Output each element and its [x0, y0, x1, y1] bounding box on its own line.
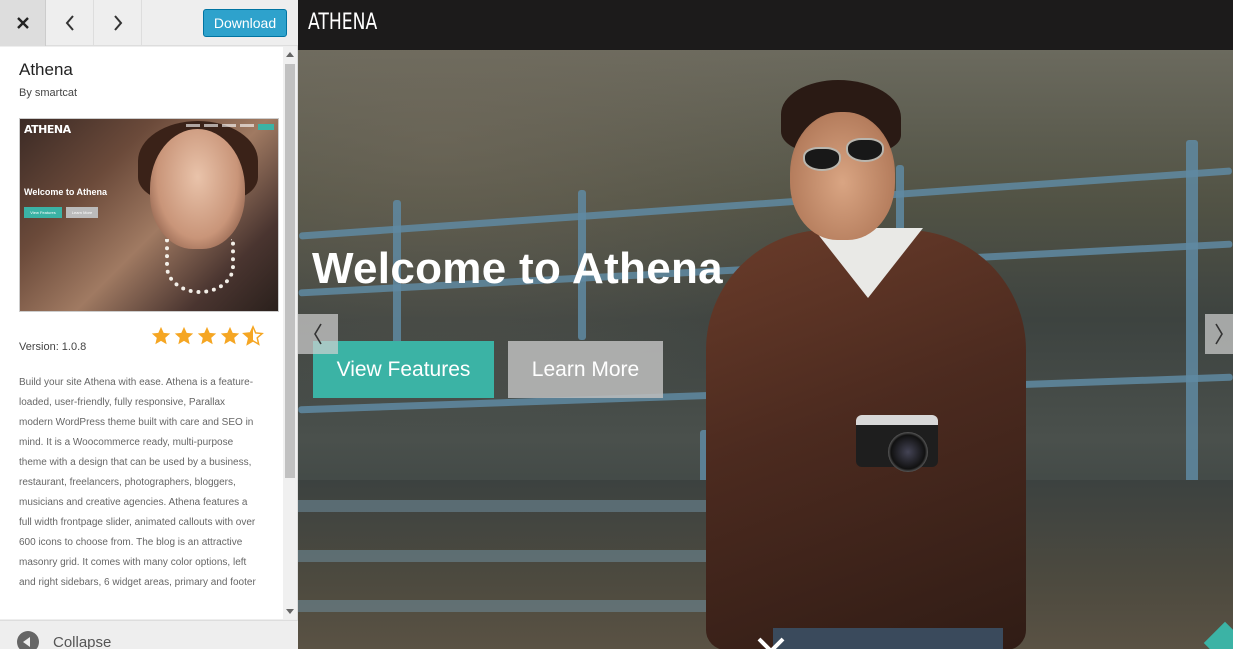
theme-details-sidebar: Download Athena By smartcat ATHENA Welco…	[0, 0, 298, 649]
close-button[interactable]	[0, 0, 46, 46]
bleacher	[298, 500, 718, 512]
thumbnail-button-primary: View Features	[24, 207, 62, 218]
hero-person-face	[790, 112, 895, 240]
scroll-down-arrow-icon[interactable]	[283, 605, 297, 619]
star-full-icon	[220, 326, 240, 345]
theme-name: Athena	[19, 60, 73, 79]
scroll-down-icon[interactable]	[756, 636, 786, 649]
download-button[interactable]: Download	[203, 9, 287, 37]
site-header: ATHENA	[298, 0, 1233, 50]
collapse-label: Collapse	[53, 634, 112, 649]
star-half-icon	[242, 325, 264, 346]
sunglasses-icon	[803, 147, 841, 171]
previous-theme-button[interactable]	[47, 0, 94, 46]
slider-next-button[interactable]	[1205, 314, 1233, 354]
thumbnail-title: Welcome to Athena	[24, 187, 108, 197]
thumbnail-logo: ATHENA	[24, 123, 71, 136]
hero-title: Welcome to Athena	[312, 244, 723, 293]
collapse-arrow-icon	[17, 631, 39, 649]
bleacher	[298, 600, 718, 612]
theme-preview: ATHENA Welcome to Athena View Features L…	[298, 0, 1233, 649]
sidebar-scrollbar[interactable]	[283, 47, 297, 619]
hero-slider: Welcome to Athena View Features Learn Mo…	[298, 50, 1233, 649]
hero-person-jeans	[773, 628, 1003, 649]
theme-version: Version: 1.0.8	[19, 341, 87, 353]
star-rating	[150, 325, 264, 347]
next-theme-button[interactable]	[95, 0, 142, 46]
theme-info-panel: Athena By smartcat ATHENA Welcome to Ath…	[0, 47, 283, 619]
sunglasses-icon	[846, 138, 884, 162]
chevron-right-icon	[114, 15, 123, 31]
thumbnail-necklace	[165, 239, 235, 294]
theme-author: By smartcat	[19, 87, 78, 99]
chevron-right-icon	[1215, 323, 1223, 345]
scrollbar-thumb[interactable]	[285, 64, 295, 478]
thumbnail-portrait	[150, 129, 245, 249]
collapse-sidebar-button[interactable]: Collapse	[0, 620, 298, 649]
star-full-icon	[174, 326, 194, 345]
chevron-left-icon	[314, 323, 322, 345]
railing	[298, 167, 1233, 240]
camera-lens	[888, 432, 928, 472]
site-logo[interactable]: ATHENA	[308, 10, 377, 35]
scroll-up-arrow-icon[interactable]	[283, 47, 297, 61]
star-full-icon	[151, 326, 171, 345]
theme-description: Build your site Athena with ease. Athena…	[19, 377, 256, 588]
close-icon	[16, 17, 29, 29]
thumbnail-nav	[174, 124, 274, 130]
thumbnail-button-secondary: Learn More	[66, 207, 98, 218]
star-full-icon	[197, 326, 217, 345]
learn-more-button[interactable]: Learn More	[508, 341, 663, 398]
theme-screenshot: ATHENA Welcome to Athena View Features L…	[19, 118, 279, 312]
slider-prev-button[interactable]	[298, 314, 338, 354]
bleacher	[298, 550, 718, 562]
sidebar-toolbar: Download	[0, 0, 298, 46]
chevron-left-icon	[65, 15, 74, 31]
view-features-button[interactable]: View Features	[313, 341, 494, 398]
